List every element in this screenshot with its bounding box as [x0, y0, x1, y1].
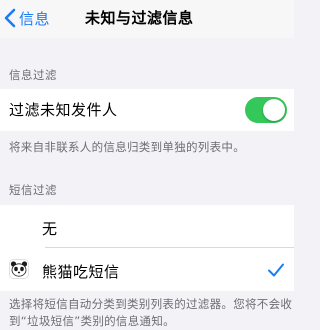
- back-button[interactable]: 信息: [2, 5, 50, 31]
- toggle-knob: [263, 99, 285, 121]
- sms-filtering-footer: 选择将短信自动分类到类别列表的过滤器。您将不会收到“垃圾短信”类别的信息通知。: [9, 297, 293, 328]
- chevron-left-icon: [2, 7, 18, 29]
- navigation-bar: 信息 未知与过滤信息: [0, 0, 294, 38]
- sms-filter-option-panda[interactable]: 熊猫吃短信: [42, 261, 120, 282]
- page-title: 未知与过滤信息: [85, 9, 194, 27]
- divider: [45, 247, 294, 248]
- filter-unknown-senders-toggle[interactable]: [245, 97, 287, 123]
- sms-filter-option-none[interactable]: 无: [42, 218, 58, 239]
- filter-unknown-senders-label: 过滤未知发件人: [9, 101, 118, 119]
- section-header-sms-filtering: 短信过滤: [9, 183, 57, 197]
- back-label: 信息: [19, 9, 51, 28]
- panda-icon: [9, 259, 29, 279]
- checkmark-icon: [267, 262, 285, 278]
- section-header-message-filtering: 信息过滤: [9, 68, 57, 82]
- message-filtering-footer: 将来自非联系人的信息归类到单独的列表中。: [9, 140, 245, 154]
